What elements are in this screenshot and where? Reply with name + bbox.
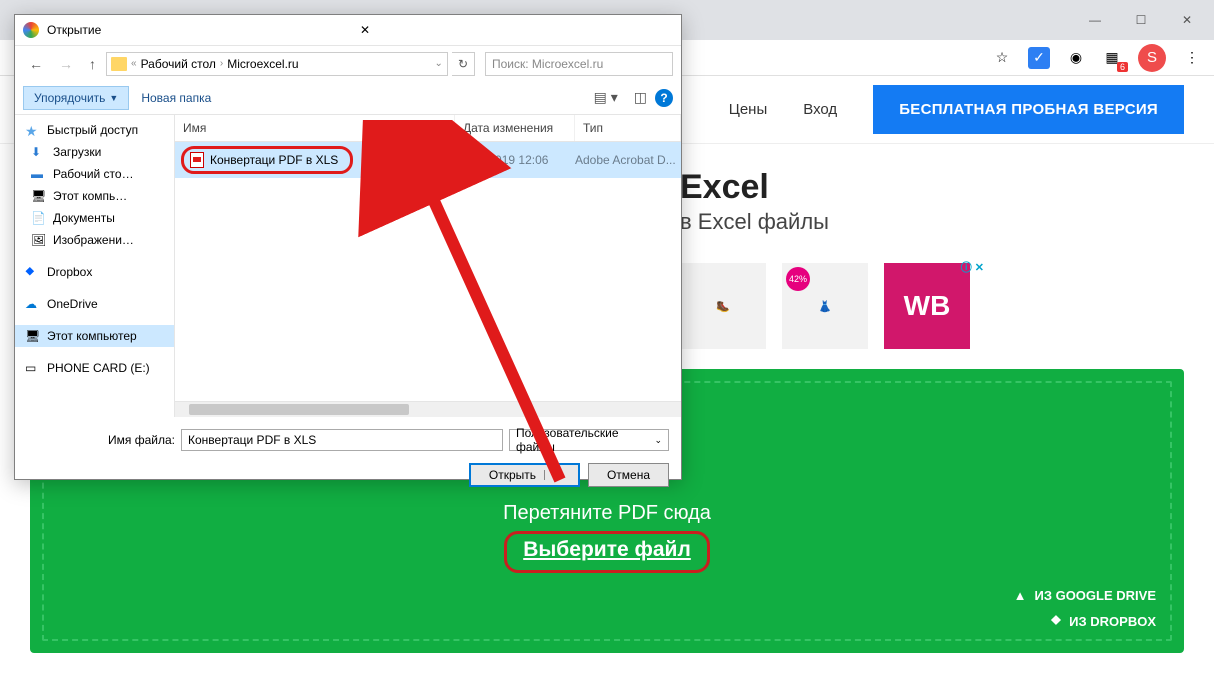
file-list: Имя^ Дата изменения Тип Конвертаци PDF в…: [175, 115, 681, 417]
open-dropdown-icon[interactable]: ▼: [544, 470, 560, 480]
download-icon: ⬇: [31, 145, 47, 159]
ad-strip: 🥾 👗42% WBⓘ ✕: [680, 263, 1214, 349]
file-name: Конвертаци PDF в XLS: [210, 153, 338, 167]
col-type[interactable]: Тип: [575, 115, 681, 141]
extension-icon[interactable]: ✓: [1028, 47, 1050, 69]
file-type-filter[interactable]: Пользовательские файлы⌄: [509, 429, 669, 451]
file-open-dialog: Открытие ✕ ← → ↑ « Рабочий стол › Microe…: [14, 14, 682, 480]
new-folder-button[interactable]: Новая папка: [129, 87, 223, 109]
dialog-nav: ← → ↑ « Рабочий стол › Microexcel.ru ⌄ ↻…: [15, 45, 681, 81]
help-icon[interactable]: ?: [655, 89, 673, 107]
tree-dropbox[interactable]: ⯁Dropbox: [15, 261, 174, 283]
crumb-item[interactable]: Microexcel.ru: [227, 57, 298, 71]
crumb-item[interactable]: Рабочий стол: [141, 57, 216, 71]
nav-tree: ★Быстрый доступ ⬇Загрузки ▬Рабочий сто… …: [15, 115, 175, 417]
open-button[interactable]: Открыть▼: [469, 463, 580, 487]
breadcrumb[interactable]: « Рабочий стол › Microexcel.ru ⌄: [106, 52, 448, 76]
col-date[interactable]: Дата изменения: [455, 115, 575, 141]
window-close-button[interactable]: ✕: [1164, 5, 1210, 35]
window-maximize-button[interactable]: ☐: [1118, 5, 1164, 35]
gdrive-icon: ▲: [1014, 588, 1027, 603]
cloud-icon: ☁: [25, 297, 41, 311]
organize-button[interactable]: Упорядочить▼: [23, 86, 129, 110]
drive-icon: ▭: [25, 361, 41, 375]
from-dropbox-link[interactable]: ⯁ИЗ DROPBOX: [1014, 613, 1156, 629]
badge-count: 6: [1117, 62, 1128, 72]
col-name[interactable]: Имя^: [175, 115, 455, 141]
star-icon: ★: [25, 123, 41, 137]
chevron-down-icon[interactable]: ⌄: [435, 58, 443, 69]
window-minimize-button[interactable]: —: [1072, 5, 1118, 35]
horizontal-scrollbar[interactable]: [175, 401, 681, 417]
ad-tile[interactable]: 👗42%: [782, 263, 868, 349]
tree-onedrive[interactable]: ☁OneDrive: [15, 293, 174, 315]
tree-quick-access[interactable]: ★Быстрый доступ: [15, 119, 174, 141]
ad-choices-icon[interactable]: ⓘ ✕: [961, 259, 984, 275]
bookmark-star-icon[interactable]: ☆: [992, 48, 1012, 68]
discount-badge: 42%: [786, 267, 810, 291]
profile-avatar[interactable]: S: [1138, 44, 1166, 72]
nav-back-button[interactable]: ←: [23, 52, 49, 76]
dialog-titlebar: Открытие ✕: [15, 15, 681, 45]
tree-images[interactable]: 🖼Изображени…: [15, 229, 174, 251]
computer-icon: 🖥: [25, 329, 41, 343]
dialog-search-input[interactable]: Поиск: Microexcel.ru: [485, 52, 673, 76]
nav-forward-button[interactable]: →: [53, 52, 79, 76]
refresh-button[interactable]: ↻: [452, 52, 475, 76]
filename-label: Имя файла:: [27, 433, 175, 447]
hero-title: Excel: [680, 168, 1214, 207]
dialog-toolbar: Упорядочить▼ Новая папка ▤ ▾ ◫ ?: [15, 81, 681, 115]
image-icon: 🖼: [31, 233, 47, 247]
file-row[interactable]: Конвертаци PDF в XLS 13.06.2019 12:06 Ad…: [175, 142, 681, 178]
computer-icon: 🖥: [31, 189, 47, 203]
from-google-drive-link[interactable]: ▲ИЗ GOOGLE DRIVE: [1014, 588, 1156, 603]
dialog-close-button[interactable]: ✕: [350, 19, 673, 41]
dialog-body: ★Быстрый доступ ⬇Загрузки ▬Рабочий сто… …: [15, 115, 681, 417]
cancel-button[interactable]: Отмена: [588, 463, 669, 487]
nav-up-button[interactable]: ↑: [83, 52, 102, 76]
nav-prices[interactable]: Цены: [729, 101, 768, 118]
extension-icon[interactable]: ◉: [1066, 48, 1086, 68]
free-trial-button[interactable]: БЕСПЛАТНАЯ ПРОБНАЯ ВЕРСИЯ: [873, 85, 1184, 134]
preview-pane-button[interactable]: ◫: [626, 85, 655, 110]
dialog-footer: Имя файла: Пользовательские файлы⌄ Откры…: [15, 417, 681, 499]
pdf-file-icon: [190, 152, 204, 168]
view-options-button[interactable]: ▤ ▾: [586, 85, 626, 110]
tree-downloads[interactable]: ⬇Загрузки: [15, 141, 174, 163]
cloud-links: ▲ИЗ GOOGLE DRIVE ⯁ИЗ DROPBOX: [1014, 578, 1156, 629]
tree-thispc-short[interactable]: 🖥Этот компь…: [15, 185, 174, 207]
ad-tile[interactable]: WBⓘ ✕: [884, 263, 970, 349]
desktop-icon: ▬: [31, 167, 47, 181]
file-date: 13.06.2019 12:06: [455, 153, 575, 167]
tree-phone-card[interactable]: ▭PHONE CARD (E:): [15, 357, 174, 379]
tree-desktop[interactable]: ▬Рабочий сто…: [15, 163, 174, 185]
tree-thispc[interactable]: 🖥Этот компьютер: [15, 325, 174, 347]
filename-input[interactable]: [181, 429, 503, 451]
folder-icon: [111, 57, 127, 71]
dialog-title: Открытие: [47, 23, 350, 37]
file-item-selected[interactable]: Конвертаци PDF в XLS: [181, 146, 353, 174]
hero-subtitle: в Excel файлы: [680, 209, 1214, 235]
document-icon: 📄: [31, 211, 47, 225]
ad-tile[interactable]: 🥾: [680, 263, 766, 349]
nav-login[interactable]: Вход: [803, 101, 837, 118]
dropbox-icon: ⯁: [1051, 613, 1061, 629]
chrome-icon: [23, 22, 39, 38]
dropbox-icon: ⯁: [25, 265, 41, 279]
extension-icon[interactable]: ▦6: [1102, 48, 1122, 68]
tree-documents[interactable]: 📄Документы: [15, 207, 174, 229]
file-list-header: Имя^ Дата изменения Тип: [175, 115, 681, 142]
browser-menu-icon[interactable]: ⋮: [1182, 48, 1202, 68]
file-type: Adobe Acrobat D...: [575, 153, 681, 167]
